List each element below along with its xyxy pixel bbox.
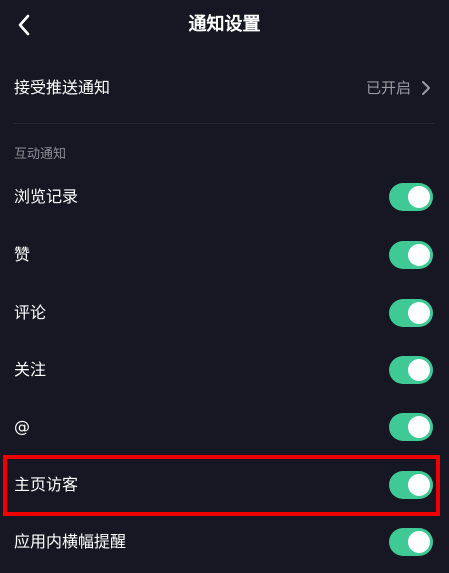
toggle-switch[interactable] (389, 528, 433, 556)
push-notification-label: 接受推送通知 (14, 78, 111, 97)
toggle-knob (408, 359, 430, 381)
toggle-switch[interactable] (389, 356, 433, 384)
setting-row-mentions: @ (0, 407, 449, 447)
toggle-knob (408, 244, 430, 266)
toggle-knob (408, 302, 430, 324)
divider (14, 123, 435, 124)
setting-label: 应用内横幅提醒 (14, 532, 127, 551)
toggle-switch[interactable] (389, 413, 433, 441)
setting-row-profile-visitors: 主页访客 (0, 465, 449, 505)
setting-row-in-app-banner: 应用内横幅提醒 (0, 522, 449, 562)
toggle-switch[interactable] (389, 183, 433, 211)
chevron-right-icon (422, 81, 430, 95)
toggle-knob (408, 416, 430, 438)
setting-row-browse-history: 浏览记录 (0, 177, 449, 217)
toggle-switch[interactable] (389, 471, 433, 499)
header: 通知设置 (0, 0, 449, 50)
page-title: 通知设置 (188, 14, 261, 35)
push-notification-row[interactable]: 接受推送通知 已开启 (0, 60, 449, 116)
setting-row-comments: 评论 (0, 293, 449, 333)
setting-label: 关注 (14, 360, 47, 379)
section-title-interaction: 互动通知 (14, 147, 67, 162)
setting-label: 主页访客 (14, 475, 79, 494)
setting-row-likes: 赞 (0, 235, 449, 275)
setting-label: 评论 (14, 303, 47, 322)
push-notification-status: 已开启 (365, 79, 411, 97)
toggle-switch[interactable] (389, 241, 433, 269)
setting-label: 赞 (14, 245, 31, 264)
toggle-knob (408, 186, 430, 208)
toggle-knob (408, 474, 430, 496)
setting-row-follows: 关注 (0, 350, 449, 390)
setting-label: @ (14, 417, 30, 436)
toggle-switch[interactable] (389, 299, 433, 327)
setting-label: 浏览记录 (14, 187, 79, 206)
toggle-knob (408, 531, 430, 553)
